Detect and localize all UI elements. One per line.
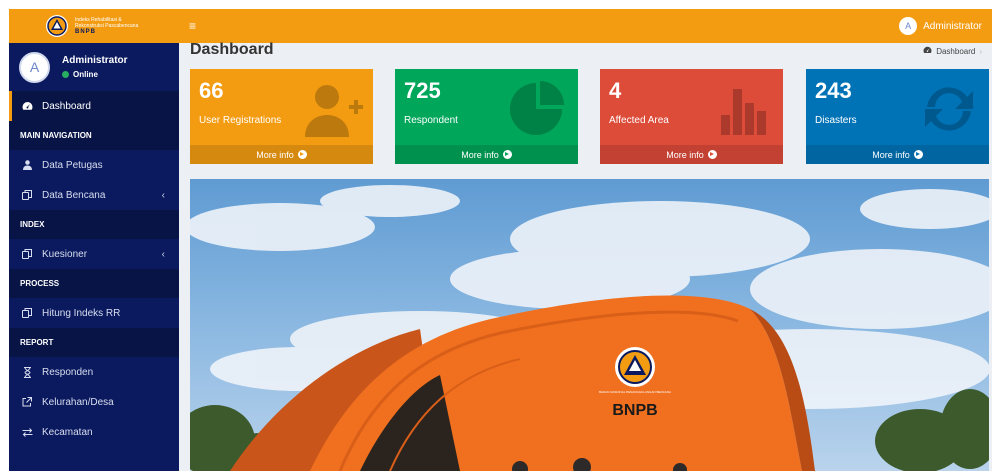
menu-header-index: INDEX — [9, 210, 179, 239]
more-info-label: More info — [461, 149, 499, 160]
breadcrumb-item[interactable]: Dashboard — [936, 47, 975, 56]
user-icon — [21, 160, 33, 170]
logo-org: BNPB — [75, 29, 97, 35]
bnpb-emblem-icon — [45, 14, 69, 38]
sidebar-item-label: Responden — [42, 366, 94, 378]
more-info-link[interactable]: More info — [806, 145, 989, 164]
menu-header-main: MAIN NAVIGATION — [9, 121, 179, 150]
sidebar-item-kuesioner[interactable]: Kuesioner ‹ — [9, 239, 179, 269]
stat-box-respondent: 725 Respondent More info — [395, 69, 578, 164]
sidebar-item-label: Dashboard — [42, 100, 91, 112]
user-status-label: Online — [73, 70, 98, 79]
more-info-link[interactable]: More info — [190, 145, 373, 164]
sidebar-item-kecamatan[interactable]: Kecamatan — [9, 417, 179, 447]
external-link-icon — [21, 397, 33, 407]
stat-box-affected-area: 4 Affected Area More info — [600, 69, 783, 164]
more-info-label: More info — [872, 149, 910, 160]
sidebar-item-label: Data Petugas — [42, 159, 103, 171]
chevron-left-icon: ‹ — [161, 189, 165, 201]
more-info-label: More info — [256, 149, 294, 160]
app-frame: Indeks Rehabilitasi & Rekonstruksi Pasca… — [9, 9, 992, 471]
user-panel: A Administrator Online — [9, 43, 179, 91]
top-user-menu[interactable]: A Administrator — [899, 17, 982, 35]
main-content: Dashboard Dashboard › 66 User Registrati… — [179, 41, 992, 471]
online-dot-icon — [62, 71, 69, 78]
app-logo[interactable]: Indeks Rehabilitasi & Rekonstruksi Pasca… — [9, 9, 179, 43]
dashboard-icon — [21, 101, 33, 111]
user-status: Online — [62, 70, 128, 79]
menu-header-process: PROCESS — [9, 269, 179, 298]
refresh-icon — [917, 81, 981, 137]
dashboard-icon — [923, 46, 932, 56]
sidebar-item-dashboard[interactable]: Dashboard — [9, 91, 179, 121]
disaster-tent-photo: BNPB BADAN NASIONAL PENANGGULANGAN BENCA… — [190, 179, 989, 471]
user-name: Administrator — [62, 55, 128, 66]
sidebar: Indeks Rehabilitasi & Rekonstruksi Pasca… — [9, 9, 179, 471]
sidebar-item-label: Kuesioner — [42, 248, 88, 260]
arrow-circle-right-icon — [297, 150, 307, 159]
sidebar-item-data-petugas[interactable]: Data Petugas — [9, 150, 179, 180]
breadcrumb: Dashboard › — [923, 46, 982, 56]
sidebar-item-label: Kelurahan/Desa — [42, 396, 114, 408]
pie-chart-icon — [506, 81, 570, 137]
sidebar-item-label: Kecamatan — [42, 426, 93, 438]
arrow-circle-right-icon — [913, 150, 923, 159]
photo-illustration: BNPB BADAN NASIONAL PENANGGULANGAN BENCA… — [190, 185, 989, 471]
exchange-icon — [21, 427, 33, 437]
more-info-link[interactable]: More info — [600, 145, 783, 164]
bar-chart-icon — [711, 81, 775, 137]
page-title: Dashboard — [190, 41, 274, 58]
sidebar-item-data-bencana[interactable]: Data Bencana ‹ — [9, 180, 179, 210]
stat-boxes: 66 User Registrations More info 725 Resp… — [190, 69, 989, 164]
hourglass-icon — [21, 366, 33, 378]
top-avatar: A — [899, 17, 918, 35]
sidebar-item-kelurahan[interactable]: Kelurahan/Desa — [9, 387, 179, 417]
sidebar-item-hitung-indeks[interactable]: Hitung Indeks RR — [9, 298, 179, 328]
avatar: A — [19, 51, 50, 83]
more-info-link[interactable]: More info — [395, 145, 578, 164]
more-info-label: More info — [666, 149, 704, 160]
emblem-text: BADAN NASIONAL PENANGGULANGAN BENCANA — [599, 390, 671, 394]
sidebar-item-responden[interactable]: Responden — [9, 357, 179, 387]
chevron-left-icon: ‹ — [161, 248, 165, 260]
arrow-circle-right-icon — [502, 150, 512, 159]
breadcrumb-separator: › — [979, 46, 982, 56]
sidebar-item-label: Hitung Indeks RR — [42, 307, 121, 319]
user-info: Administrator Online — [62, 55, 128, 79]
arrow-circle-right-icon — [707, 150, 717, 159]
copy-icon — [21, 308, 33, 318]
stat-box-disasters: 243 Disasters More info — [806, 69, 989, 164]
hamburger-icon[interactable]: ≡ — [189, 19, 196, 33]
stat-box-user-registrations: 66 User Registrations More info — [190, 69, 373, 164]
copy-icon — [21, 190, 33, 200]
bnpb-tent-emblem-icon — [615, 347, 655, 387]
user-plus-icon — [301, 81, 365, 137]
logo-text: Indeks Rehabilitasi & Rekonstruksi Pasca… — [75, 17, 138, 35]
top-navbar: ≡ A Administrator — [179, 9, 992, 43]
copy-icon — [21, 249, 33, 259]
sidebar-item-label: Data Bencana — [42, 189, 106, 201]
top-user-name: Administrator — [923, 20, 982, 32]
tent-label: BNPB — [612, 402, 657, 419]
menu-header-report: REPORT — [9, 328, 179, 357]
